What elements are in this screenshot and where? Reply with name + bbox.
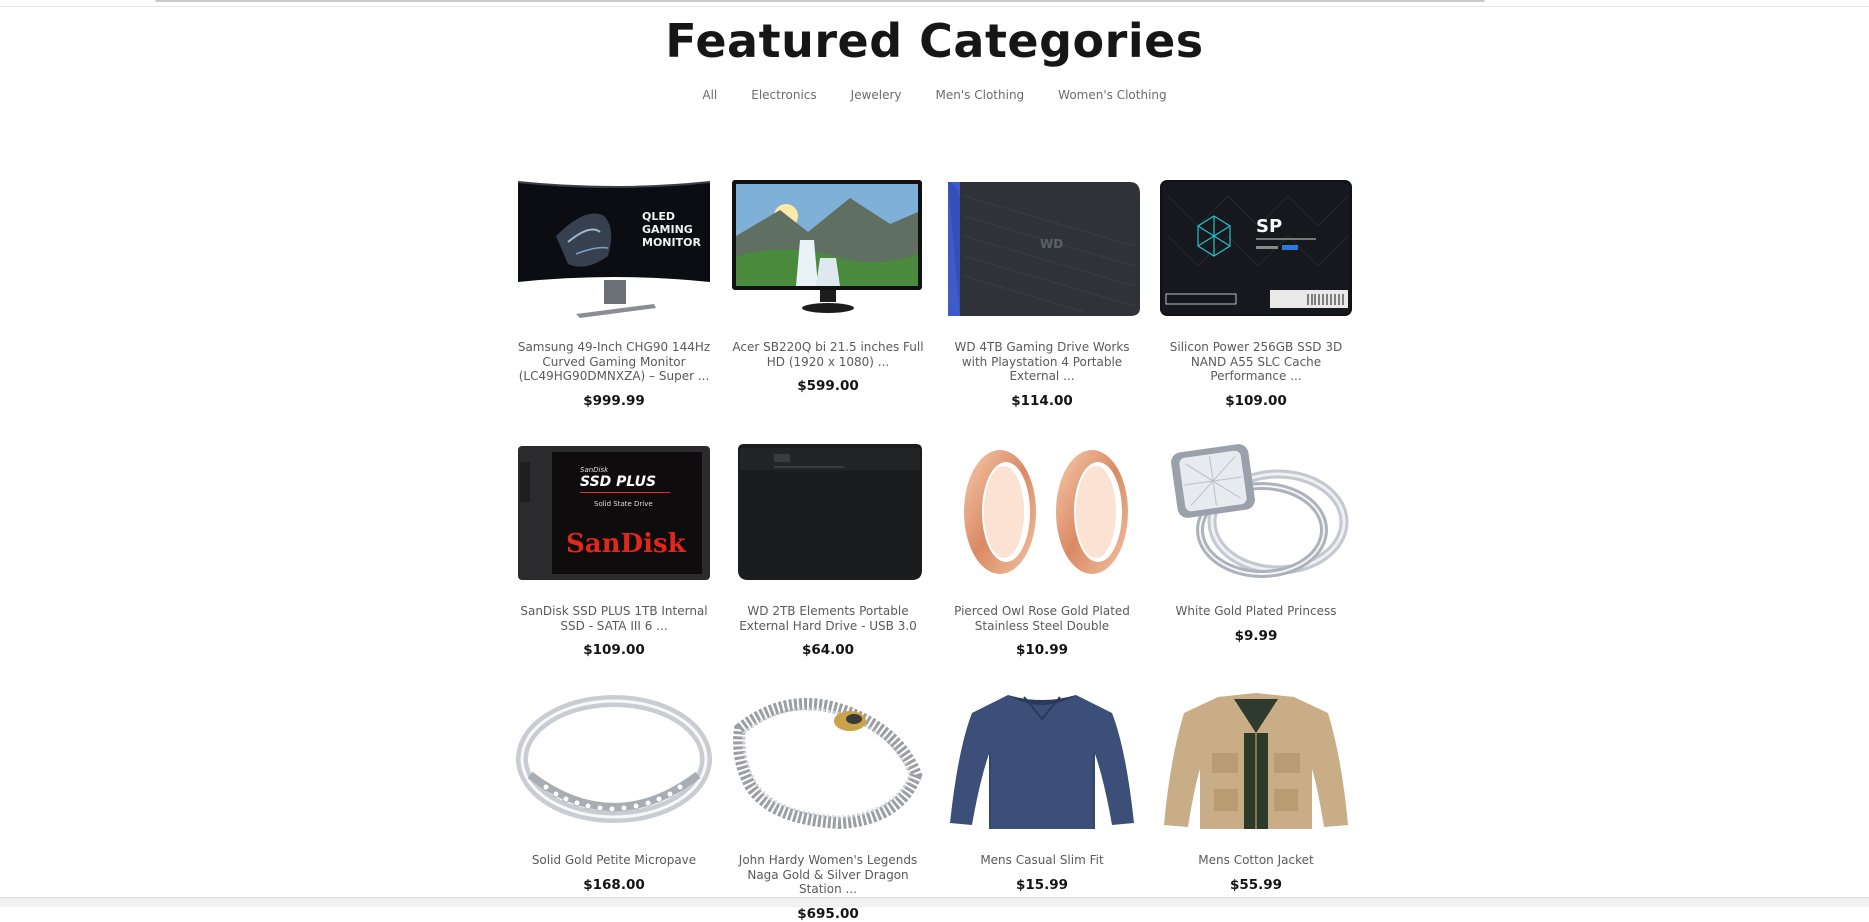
svg-text:SSD PLUS: SSD PLUS <box>580 474 656 490</box>
product-price: $15.99 <box>1015 876 1069 893</box>
product-title[interactable]: Mens Casual Slim Fit <box>944 853 1140 868</box>
product-price: $9.99 <box>1234 627 1278 644</box>
svg-text:MONITOR: MONITOR <box>642 236 701 249</box>
product-price: $168.00 <box>583 876 645 893</box>
filter-jewelery[interactable]: Jewelery <box>834 86 919 104</box>
product-title[interactable]: White Gold Plated Princess <box>1158 604 1354 619</box>
svg-text:QLED: QLED <box>642 210 675 223</box>
dragon-bracelet-image[interactable] <box>730 689 926 833</box>
product-card[interactable]: Acer SB220Q bi 21.5 inches Full HD (1920… <box>730 176 926 440</box>
cotton-jacket-image[interactable] <box>1158 689 1354 833</box>
svg-text:GAMING: GAMING <box>642 223 693 236</box>
curved-gaming-monitor-image[interactable]: QLED GAMING MONITOR <box>516 176 712 320</box>
product-card[interactable]: QLED GAMING MONITOR Samsung 49-Inch CHG9… <box>516 176 712 440</box>
product-title[interactable]: SanDisk SSD PLUS 1TB Internal SSD - SATA… <box>516 604 712 633</box>
category-filter-nav: All Electronics Jewelery Men's Clothing … <box>0 86 1869 104</box>
product-price: $64.00 <box>801 642 855 658</box>
sandisk-ssd-image[interactable]: SanDisk SSD PLUS Solid State Drive SanDi… <box>516 440 712 584</box>
svg-text:SP: SP <box>1256 216 1282 237</box>
product-card[interactable]: Pierced Owl Rose Gold Plated Stainless S… <box>944 440 1140 689</box>
product-title[interactable]: Pierced Owl Rose Gold Plated Stainless S… <box>944 604 1140 633</box>
product-card[interactable]: Mens Cotton Jacket $55.99 <box>1158 689 1354 909</box>
product-card[interactable]: Mens Casual Slim Fit $15.99 <box>944 689 1140 909</box>
scroll-strip <box>155 0 1485 2</box>
product-card[interactable]: SP Silicon Power 256GB SSD 3D NAND A55 S… <box>1158 176 1354 440</box>
landscape-monitor-image[interactable] <box>730 176 926 320</box>
product-title[interactable]: WD 4TB Gaming Drive Works with Playstati… <box>944 340 1140 384</box>
product-title[interactable]: Solid Gold Petite Micropave <box>516 853 712 868</box>
product-price: $599.00 <box>797 378 859 394</box>
silicon-power-ssd-image[interactable]: SP <box>1158 176 1354 320</box>
product-price: $999.99 <box>583 392 645 409</box>
product-title[interactable]: Silicon Power 256GB SSD 3D NAND A55 SLC … <box>1158 340 1354 384</box>
product-card[interactable]: WD WD 4TB Gaming Drive Works with Playst… <box>944 176 1140 440</box>
product-title[interactable]: Acer SB220Q bi 21.5 inches Full HD (1920… <box>730 340 926 369</box>
page-title: Featured Categories <box>665 14 1204 68</box>
product-price: $114.00 <box>1011 392 1073 409</box>
product-card[interactable]: John Hardy Women's Legends Naga Gold & S… <box>730 689 926 922</box>
product-title[interactable]: Samsung 49-Inch CHG90 144Hz Curved Gamin… <box>516 340 712 384</box>
princess-ring-image[interactable] <box>1158 440 1354 584</box>
slim-fit-tshirt-image[interactable] <box>944 689 1140 833</box>
filter-all[interactable]: All <box>685 86 734 104</box>
product-title[interactable]: Mens Cotton Jacket <box>1158 853 1354 868</box>
product-card[interactable]: WD 2TB Elements Portable External Hard D… <box>730 440 926 689</box>
wd-elements-drive-image[interactable] <box>730 440 926 584</box>
product-card[interactable]: SanDisk SSD PLUS Solid State Drive SanDi… <box>516 440 712 689</box>
filter-mens-clothing[interactable]: Men's Clothing <box>919 86 1042 104</box>
product-title[interactable]: WD 2TB Elements Portable External Hard D… <box>730 604 926 633</box>
micropave-ring-image[interactable] <box>516 689 712 833</box>
product-price: $10.99 <box>1015 642 1069 658</box>
svg-text:SanDisk: SanDisk <box>580 466 609 474</box>
browser-top-edge <box>0 0 1869 7</box>
filter-electronics[interactable]: Electronics <box>734 86 833 104</box>
product-price: $109.00 <box>583 642 645 658</box>
product-price: $695.00 <box>797 905 859 922</box>
product-card[interactable]: White Gold Plated Princess $9.99 <box>1158 440 1354 689</box>
gaming-hard-drive-image[interactable]: WD <box>944 176 1140 320</box>
product-grid: QLED GAMING MONITOR Samsung 49-Inch CHG9… <box>516 176 1356 922</box>
svg-text:WD: WD <box>1040 237 1063 251</box>
product-price: $109.00 <box>1225 392 1287 409</box>
svg-text:SanDisk: SanDisk <box>566 529 687 559</box>
filter-womens-clothing[interactable]: Women's Clothing <box>1041 86 1183 104</box>
svg-text:Solid State Drive: Solid State Drive <box>594 500 653 508</box>
rose-gold-plugs-image[interactable] <box>944 440 1140 584</box>
product-card[interactable]: Solid Gold Petite Micropave $168.00 <box>516 689 712 909</box>
product-price: $55.99 <box>1229 876 1283 893</box>
product-title[interactable]: John Hardy Women's Legends Naga Gold & S… <box>730 853 926 897</box>
